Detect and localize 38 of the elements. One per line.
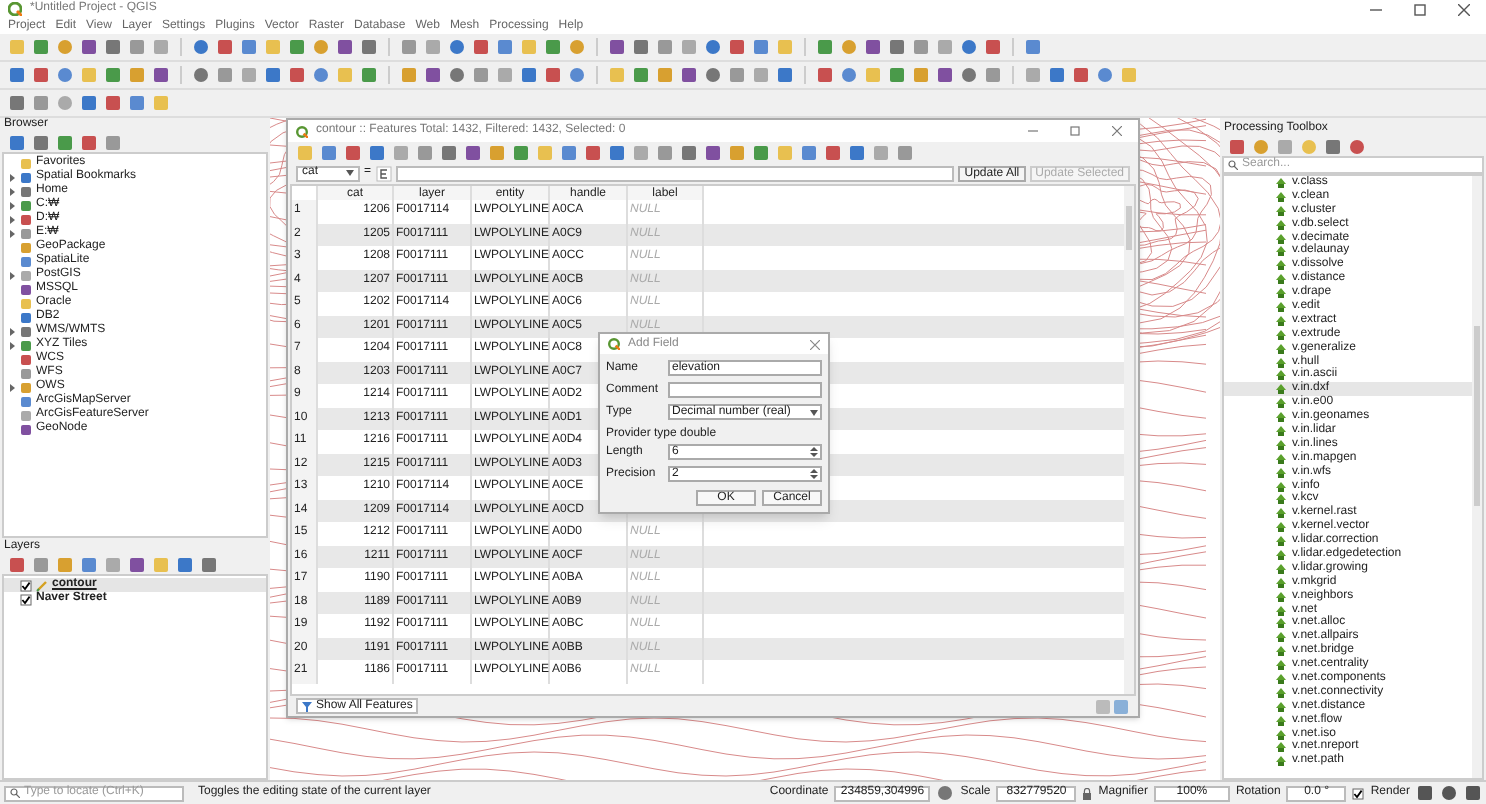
scrollbar-thumb[interactable] — [1474, 326, 1480, 506]
expand-arrow-icon[interactable] — [8, 187, 16, 195]
expand-arrow-icon[interactable] — [8, 173, 16, 181]
scrollbar[interactable] — [1472, 176, 1482, 778]
app-logo-icon — [8, 2, 22, 16]
expand-arrow-icon[interactable] — [8, 271, 16, 279]
close-icon[interactable] — [1458, 3, 1470, 15]
minimize-icon[interactable] — [1028, 126, 1038, 136]
expand-arrow-icon[interactable] — [8, 341, 16, 349]
dropdown-arrow-icon — [346, 170, 354, 176]
spinner-arrows-icon — [810, 446, 818, 458]
spinner-arrows-icon — [810, 468, 818, 480]
layer-checkbox[interactable] — [20, 579, 32, 591]
layer-checkbox[interactable] — [20, 593, 32, 605]
filter-icon — [302, 701, 312, 711]
app-logo-icon — [296, 125, 308, 137]
dropdown-arrow-icon — [810, 409, 818, 415]
lock-icon — [1082, 787, 1093, 799]
comment-field[interactable] — [668, 382, 822, 398]
expression-icon[interactable] — [375, 165, 392, 181]
tool-icon[interactable] — [936, 784, 955, 802]
maximize-icon[interactable] — [1070, 126, 1080, 136]
minimize-icon[interactable] — [1370, 3, 1382, 15]
expand-arrow-icon[interactable] — [8, 327, 16, 335]
expand-arrow-icon[interactable] — [8, 201, 16, 209]
render-checkbox[interactable] — [1352, 787, 1365, 799]
maximize-icon[interactable] — [1414, 3, 1426, 15]
expand-arrow-icon[interactable] — [8, 215, 16, 223]
close-icon[interactable] — [1112, 126, 1122, 136]
search-icon — [10, 788, 20, 798]
app-logo-icon — [608, 338, 620, 350]
close-icon[interactable] — [810, 339, 820, 349]
expression-field[interactable] — [395, 165, 955, 181]
scrollbar-thumb[interactable] — [1126, 206, 1132, 250]
scrollbar[interactable] — [1124, 186, 1134, 694]
expand-arrow-icon[interactable] — [8, 383, 16, 391]
expand-arrow-icon[interactable] — [8, 229, 16, 237]
search-icon — [1228, 160, 1238, 170]
